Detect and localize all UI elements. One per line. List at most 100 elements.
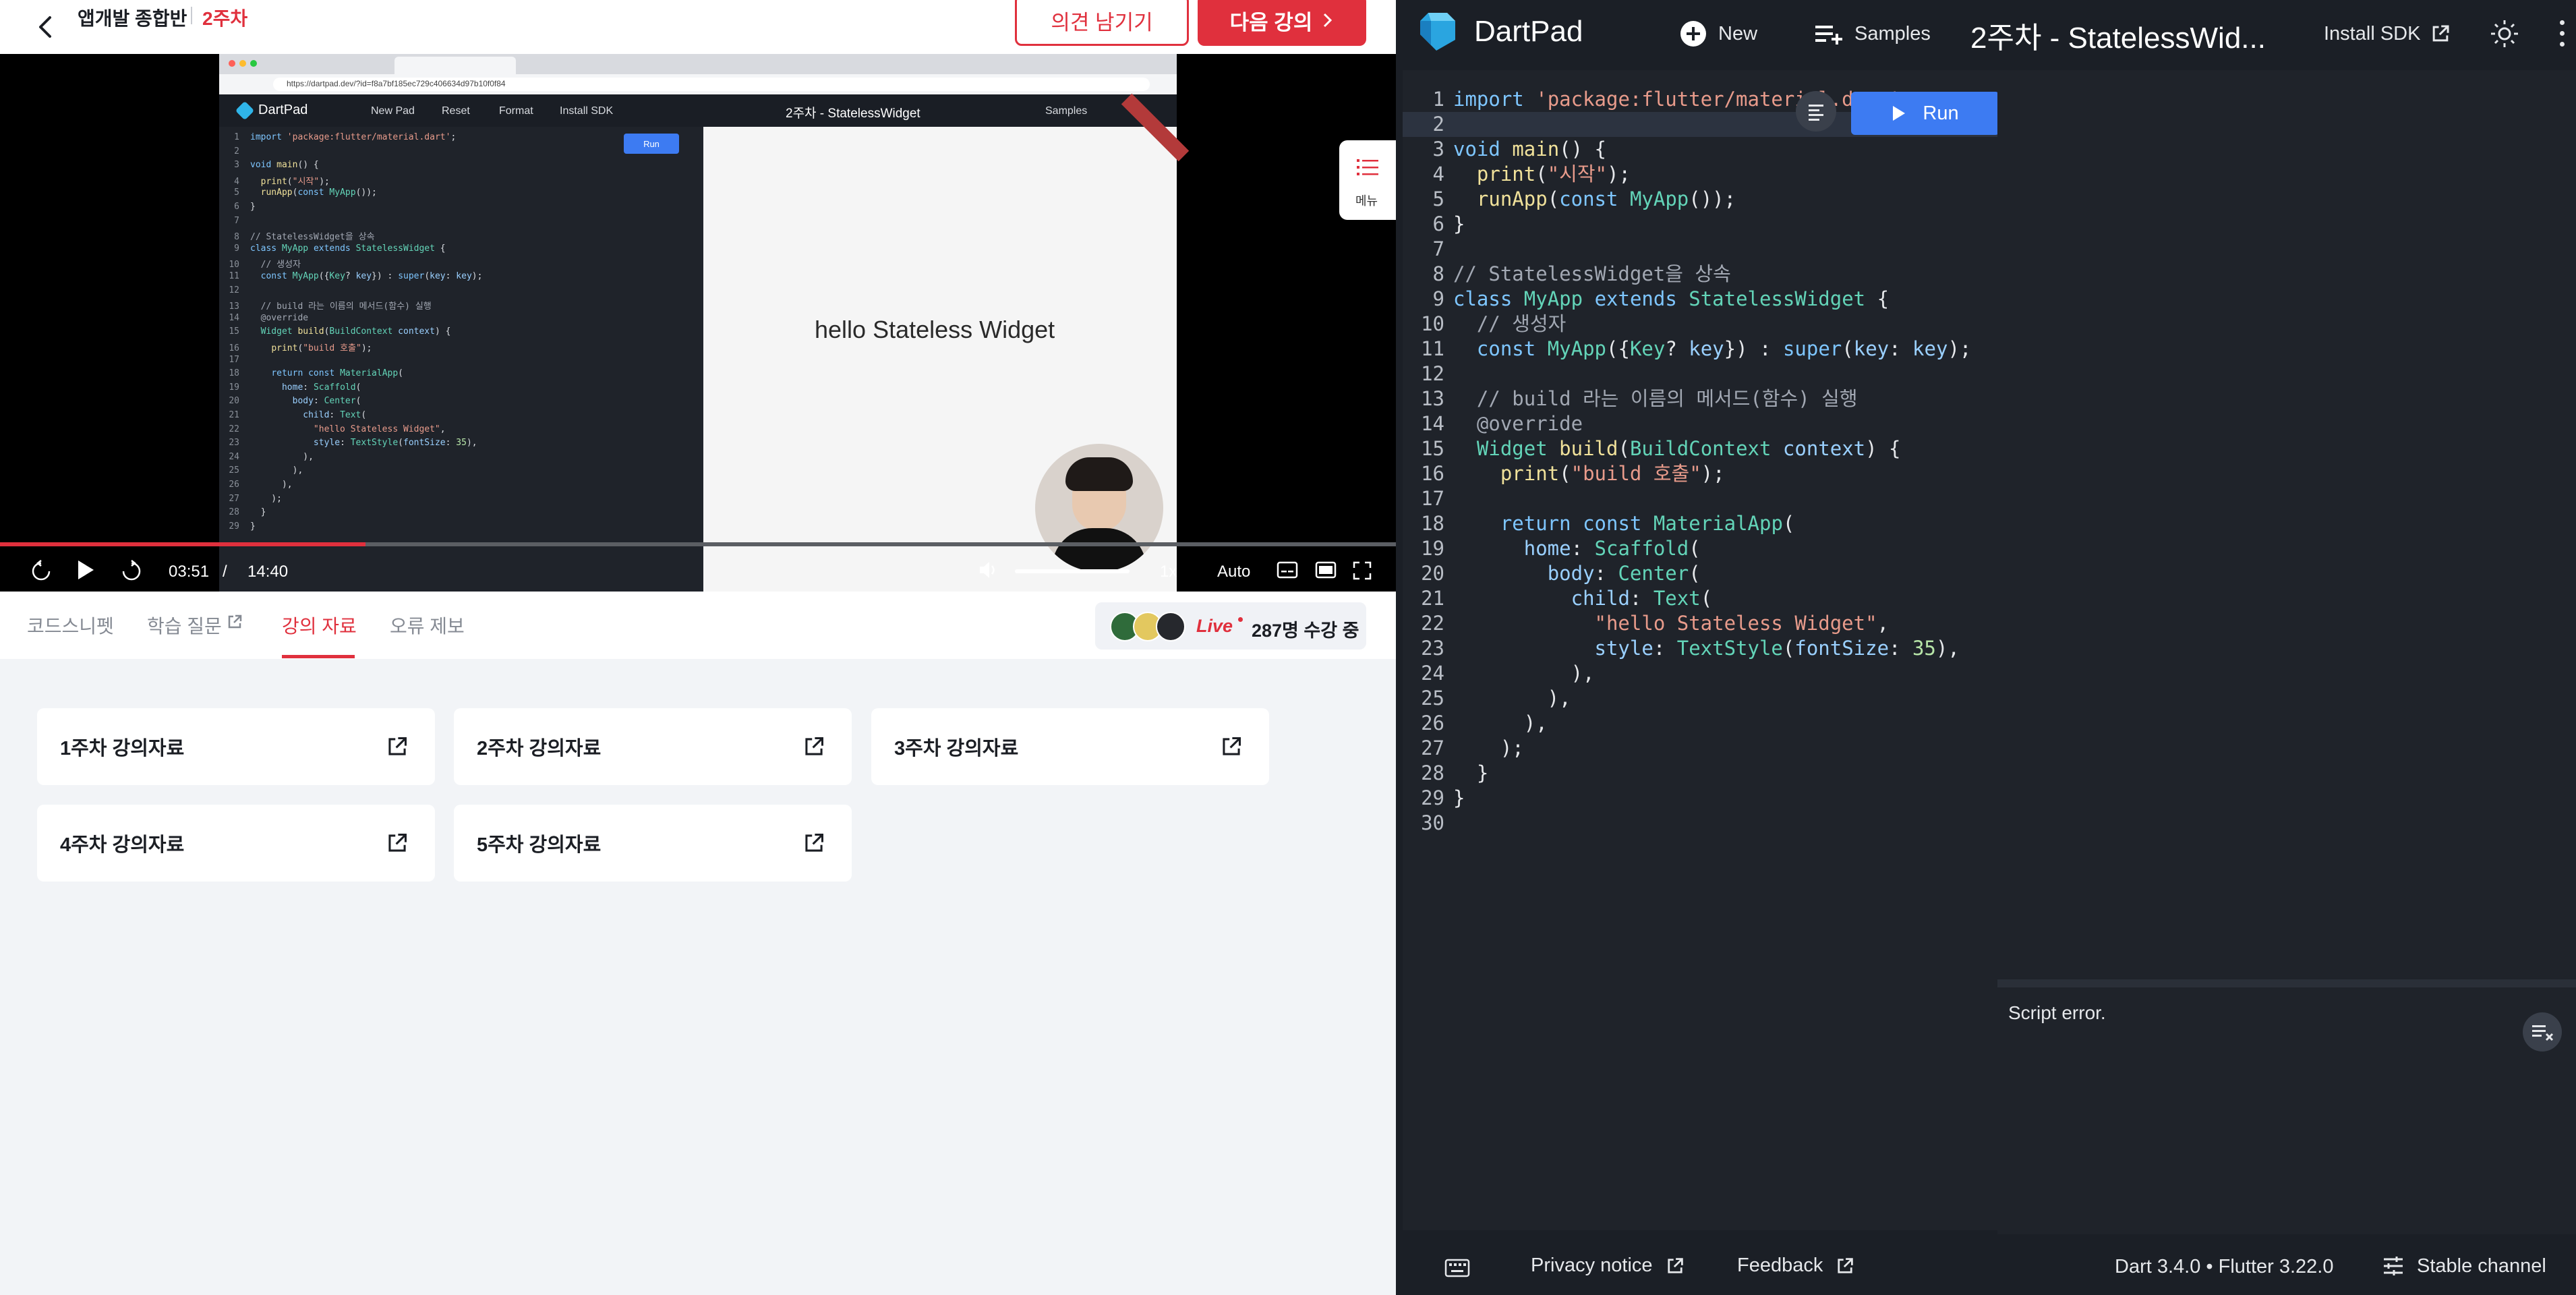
code-text: } bbox=[1453, 761, 1489, 784]
feedback-button-label: 의견 남기기 bbox=[1051, 10, 1153, 34]
back-arrow-icon[interactable] bbox=[32, 13, 59, 40]
video-code-line: 17 bbox=[229, 354, 239, 365]
code-line[interactable]: 20 body: Center( bbox=[1403, 561, 2033, 586]
code-line[interactable]: 29} bbox=[1403, 786, 2033, 811]
volume-slider[interactable] bbox=[1015, 569, 1130, 573]
code-line[interactable]: 11 const MyApp({Key? key}) : super(key: … bbox=[1403, 337, 2033, 362]
code-line[interactable]: 7 bbox=[1403, 237, 2033, 262]
quality-button[interactable]: Auto bbox=[1217, 563, 1250, 581]
material-card[interactable]: 1주차 강의자료 bbox=[37, 708, 435, 785]
dart-logo-icon bbox=[235, 100, 255, 121]
material-card[interactable]: 3주차 강의자료 bbox=[871, 708, 1269, 785]
code-line[interactable]: 13 // build 라는 이름의 메서드(함수) 실행 bbox=[1403, 386, 2033, 411]
new-button[interactable]: New bbox=[1679, 15, 1757, 53]
theme-toggle-icon[interactable] bbox=[2488, 18, 2521, 50]
external-link-icon bbox=[1667, 1257, 1683, 1273]
code-line[interactable]: 5 runApp(const MyApp()); bbox=[1403, 187, 2033, 212]
channel-label: Stable channel bbox=[2417, 1255, 2546, 1277]
captions-icon[interactable] bbox=[1277, 561, 1298, 579]
video-code-line: 1 import 'package:flutter/material.dart'; bbox=[234, 132, 457, 142]
external-link-icon bbox=[228, 614, 242, 629]
playlist-add-icon bbox=[1815, 26, 1842, 45]
pad-title: 2주차 - StatelessWid... bbox=[1970, 22, 2266, 55]
volume-icon[interactable] bbox=[978, 560, 999, 580]
video-code-line: 5 runApp(const MyApp()); bbox=[234, 188, 377, 198]
code-line[interactable]: 28 } bbox=[1403, 761, 2033, 786]
code-line[interactable]: 9 class MyApp extends StatelessWidget { bbox=[1403, 287, 2033, 312]
video-samples: Samples bbox=[1045, 105, 1088, 117]
video-code-line: 15 Widget build(BuildContext context) { bbox=[229, 326, 451, 337]
code-line[interactable]: 10 // 생성자 bbox=[1403, 312, 2033, 337]
code-text: child: Text( bbox=[1571, 587, 1713, 610]
feedback-link[interactable]: Feedback bbox=[1737, 1255, 1855, 1277]
code-line[interactable]: 14 @override bbox=[1403, 411, 2033, 436]
video-player[interactable]: https://dartpad.dev/?id=f8a7bf185ec729c4… bbox=[0, 54, 1396, 592]
material-card[interactable]: 4주차 강의자료 bbox=[37, 805, 435, 882]
code-text: const MyApp({Key? key}) : super(key: key… bbox=[1476, 337, 1972, 360]
forward-10-icon[interactable] bbox=[120, 560, 143, 583]
clear-console-icon[interactable] bbox=[2522, 1012, 2563, 1052]
code-line[interactable]: 17 bbox=[1403, 486, 2033, 511]
current-time: 03:51 bbox=[169, 563, 210, 581]
browser-url: https://dartpad.dev/?id=f8a7bf185ec729c4… bbox=[287, 79, 506, 88]
video-code-line: 18 return const MaterialApp( bbox=[229, 368, 403, 379]
feedback-button[interactable]: 의견 남기기 bbox=[1015, 0, 1189, 46]
rewind-10-icon[interactable] bbox=[30, 560, 53, 583]
video-code-line: 14 @override bbox=[229, 312, 309, 323]
code-editor[interactable]: 1 import 'package:flutter/material.dart';… bbox=[1403, 70, 2033, 1230]
tab-error-report[interactable]: 오류 제보 bbox=[390, 612, 465, 639]
material-card[interactable]: 2주차 강의자료 bbox=[454, 708, 852, 785]
side-menu-button[interactable]: 메뉴 bbox=[1339, 140, 1396, 220]
samples-button[interactable]: Samples bbox=[1814, 15, 1931, 53]
code-line[interactable]: 16 print("build 호출"); bbox=[1403, 461, 2033, 486]
line-number: 21 bbox=[1421, 587, 1444, 610]
code-text: runApp(const MyApp()); bbox=[1476, 188, 1736, 210]
code-line[interactable]: 26 ), bbox=[1403, 711, 2033, 736]
code-line[interactable]: 15 Widget build(BuildContext context) { bbox=[1403, 436, 2033, 461]
code-line[interactable]: 25 ), bbox=[1403, 686, 2033, 711]
format-icon[interactable] bbox=[1795, 90, 1837, 132]
line-number: 11 bbox=[1421, 337, 1444, 360]
theater-mode-icon[interactable] bbox=[1315, 561, 1337, 579]
code-line[interactable]: 30 bbox=[1403, 811, 2033, 836]
external-link-icon bbox=[388, 834, 407, 852]
code-line[interactable]: 19 home: Scaffold( bbox=[1403, 536, 2033, 561]
code-line[interactable]: 22 "hello Stateless Widget", bbox=[1403, 611, 2033, 636]
code-lines[interactable]: 1 import 'package:flutter/material.dart';… bbox=[1403, 87, 2033, 896]
run-button[interactable]: Run bbox=[1851, 92, 1999, 135]
channel-selector[interactable]: Stable channel bbox=[2382, 1255, 2546, 1277]
console-output: Script error. bbox=[2008, 1002, 2106, 1023]
code-line[interactable]: 21 child: Text( bbox=[1403, 586, 2033, 611]
code-line[interactable]: 27 ); bbox=[1403, 736, 2033, 761]
material-card[interactable]: 5주차 강의자료 bbox=[454, 805, 852, 882]
privacy-notice-link[interactable]: Privacy notice bbox=[1531, 1255, 1685, 1277]
code-text: import 'package:flutter/material.dart'; bbox=[1453, 88, 1912, 111]
video-code-line: 25 ), bbox=[229, 465, 303, 476]
fullscreen-icon[interactable] bbox=[1353, 561, 1372, 580]
code-line[interactable]: 3 void main() { bbox=[1403, 137, 2033, 162]
overflow-menu-icon[interactable] bbox=[2560, 18, 2567, 50]
add-circle-icon bbox=[1680, 21, 1706, 47]
live-label: Live bbox=[1196, 616, 1233, 636]
tab-materials[interactable]: 강의 자료 bbox=[282, 612, 357, 639]
install-sdk-link[interactable]: Install SDK bbox=[2324, 15, 2451, 53]
video-code-line: 22 "hello Stateless Widget", bbox=[229, 424, 446, 434]
speed-button[interactable]: 1x bbox=[1160, 563, 1177, 581]
keyboard-icon[interactable] bbox=[1444, 1259, 1470, 1277]
duration: 14:40 bbox=[247, 563, 289, 581]
tab-code-snippet[interactable]: 코드스니펫 bbox=[27, 612, 114, 639]
code-text: Widget build(BuildContext context) { bbox=[1476, 437, 1901, 460]
tab-questions[interactable]: 학습 질문 bbox=[147, 612, 222, 639]
code-line[interactable]: 12 bbox=[1403, 362, 2033, 386]
code-line[interactable]: 6} bbox=[1403, 212, 2033, 237]
code-line[interactable]: 4 print("시작"); bbox=[1403, 162, 2033, 187]
code-line[interactable]: 24 ), bbox=[1403, 661, 2033, 686]
code-line[interactable]: 18 return const MaterialApp( bbox=[1403, 511, 2033, 536]
panel-splitter[interactable] bbox=[1997, 979, 2576, 987]
next-lecture-button[interactable]: 다음 강의 bbox=[1198, 0, 1366, 46]
code-line[interactable]: 8 // StatelessWidget을 상속 bbox=[1403, 262, 2033, 287]
external-link-icon bbox=[2433, 25, 2450, 42]
code-line[interactable]: 23 style: TextStyle(fontSize: 35), bbox=[1403, 636, 2033, 661]
dartpad-window: DartPad New Samples 2주차 - StatelessWid..… bbox=[1396, 0, 2576, 1295]
play-icon[interactable] bbox=[76, 558, 96, 581]
